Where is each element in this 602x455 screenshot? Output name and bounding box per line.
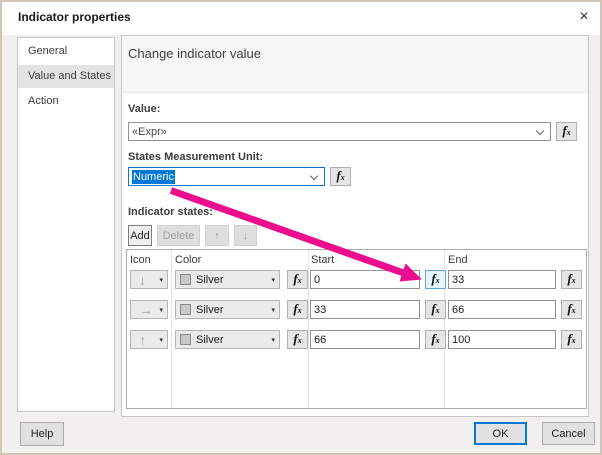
- column-header-end: End: [448, 254, 468, 266]
- dropdown-caret-icon: ▾: [159, 307, 163, 314]
- color-dropdown[interactable]: Silver ▾: [175, 330, 280, 349]
- fx-icon: fx: [293, 330, 302, 346]
- value-dropdown[interactable]: «Expr»: [128, 122, 551, 141]
- dropdown-caret-icon: ▾: [159, 337, 163, 344]
- indicator-properties-dialog: Indicator properties × General Value and…: [0, 0, 602, 455]
- chevron-down-icon: [309, 171, 319, 181]
- indicator-states-table: Icon Color Start End ↓ ▾ Silver ▾ fx fx: [126, 249, 587, 409]
- fx-icon: fx: [562, 122, 571, 138]
- column-divider: [171, 250, 172, 408]
- fx-icon: fx: [431, 330, 440, 346]
- sidebar-item-value-and-states[interactable]: Value and States: [18, 65, 114, 88]
- start-fx-button[interactable]: fx: [425, 330, 446, 349]
- color-fx-button[interactable]: fx: [287, 330, 308, 349]
- end-fx-button[interactable]: fx: [561, 330, 582, 349]
- column-header-start: Start: [311, 254, 335, 266]
- ok-button[interactable]: OK: [474, 422, 527, 445]
- color-dropdown-text: Silver: [196, 333, 224, 346]
- up-arrow-icon: ↑: [214, 229, 220, 242]
- value-dropdown-text: «Expr»: [132, 125, 167, 138]
- fx-icon: fx: [293, 300, 302, 316]
- end-value-input[interactable]: [448, 300, 556, 319]
- panel-header: [122, 36, 588, 93]
- icon-dropdown[interactable]: → ▾: [130, 300, 168, 319]
- sidebar: General Value and States Action: [17, 37, 115, 412]
- dropdown-caret-icon: ▾: [271, 277, 275, 284]
- fx-icon: fx: [293, 270, 302, 286]
- unit-dropdown[interactable]: Numeric: [128, 167, 325, 186]
- page-title: Change indicator value: [128, 46, 261, 61]
- right-arrow-icon: →: [139, 301, 153, 318]
- sidebar-item-action[interactable]: Action: [18, 90, 114, 113]
- down-arrow-icon: ↓: [139, 271, 146, 288]
- color-dropdown-text: Silver: [196, 303, 224, 316]
- silver-color-swatch: [180, 274, 191, 285]
- move-down-button[interactable]: ↓: [234, 225, 257, 246]
- icon-dropdown[interactable]: ↓ ▾: [130, 270, 168, 289]
- title-bar: Indicator properties ×: [2, 2, 600, 35]
- dialog-title: Indicator properties: [18, 10, 131, 24]
- start-fx-button[interactable]: fx: [425, 270, 446, 289]
- column-header-icon: Icon: [130, 254, 151, 266]
- indicator-states-label: Indicator states:: [128, 206, 213, 218]
- color-fx-button[interactable]: fx: [287, 270, 308, 289]
- fx-icon: fx: [567, 300, 576, 316]
- column-header-color: Color: [175, 254, 202, 266]
- unit-label: States Measurement Unit:: [128, 151, 264, 163]
- start-fx-button[interactable]: fx: [425, 300, 446, 319]
- up-arrow-icon: ↑: [139, 331, 146, 348]
- color-fx-button[interactable]: fx: [287, 300, 308, 319]
- color-dropdown[interactable]: Silver ▾: [175, 300, 280, 319]
- fx-icon: fx: [567, 330, 576, 346]
- down-arrow-icon: ↓: [242, 229, 249, 242]
- icon-dropdown[interactable]: ↑ ▾: [130, 330, 168, 349]
- sidebar-item-general[interactable]: General: [18, 40, 114, 63]
- end-value-input[interactable]: [448, 270, 556, 289]
- end-fx-button[interactable]: fx: [561, 270, 582, 289]
- color-dropdown[interactable]: Silver ▾: [175, 270, 280, 289]
- value-fx-button[interactable]: fx: [556, 122, 577, 141]
- column-divider: [308, 250, 309, 408]
- close-icon[interactable]: ×: [570, 4, 598, 30]
- start-value-input[interactable]: [310, 330, 420, 349]
- fx-icon: fx: [431, 300, 440, 316]
- silver-color-swatch: [180, 334, 191, 345]
- dropdown-caret-icon: ▾: [159, 277, 163, 284]
- end-value-input[interactable]: [448, 330, 556, 349]
- dropdown-caret-icon: ▾: [271, 307, 275, 314]
- help-button[interactable]: Help: [20, 422, 64, 446]
- cancel-button[interactable]: Cancel: [542, 422, 595, 445]
- fx-icon: fx: [567, 270, 576, 286]
- fx-icon: fx: [431, 270, 440, 286]
- color-dropdown-text: Silver: [196, 273, 224, 286]
- fx-icon: fx: [336, 167, 345, 183]
- unit-fx-button[interactable]: fx: [330, 167, 351, 186]
- value-label: Value:: [128, 103, 161, 115]
- delete-button[interactable]: Delete: [157, 225, 200, 246]
- add-button[interactable]: Add: [128, 225, 152, 246]
- chevron-down-icon: [535, 126, 545, 136]
- dropdown-caret-icon: ▾: [271, 337, 275, 344]
- unit-dropdown-text: Numeric: [132, 169, 175, 184]
- start-value-input[interactable]: [310, 300, 420, 319]
- silver-color-swatch: [180, 304, 191, 315]
- end-fx-button[interactable]: fx: [561, 300, 582, 319]
- move-up-button[interactable]: ↑: [205, 225, 229, 246]
- start-value-input[interactable]: [310, 270, 420, 289]
